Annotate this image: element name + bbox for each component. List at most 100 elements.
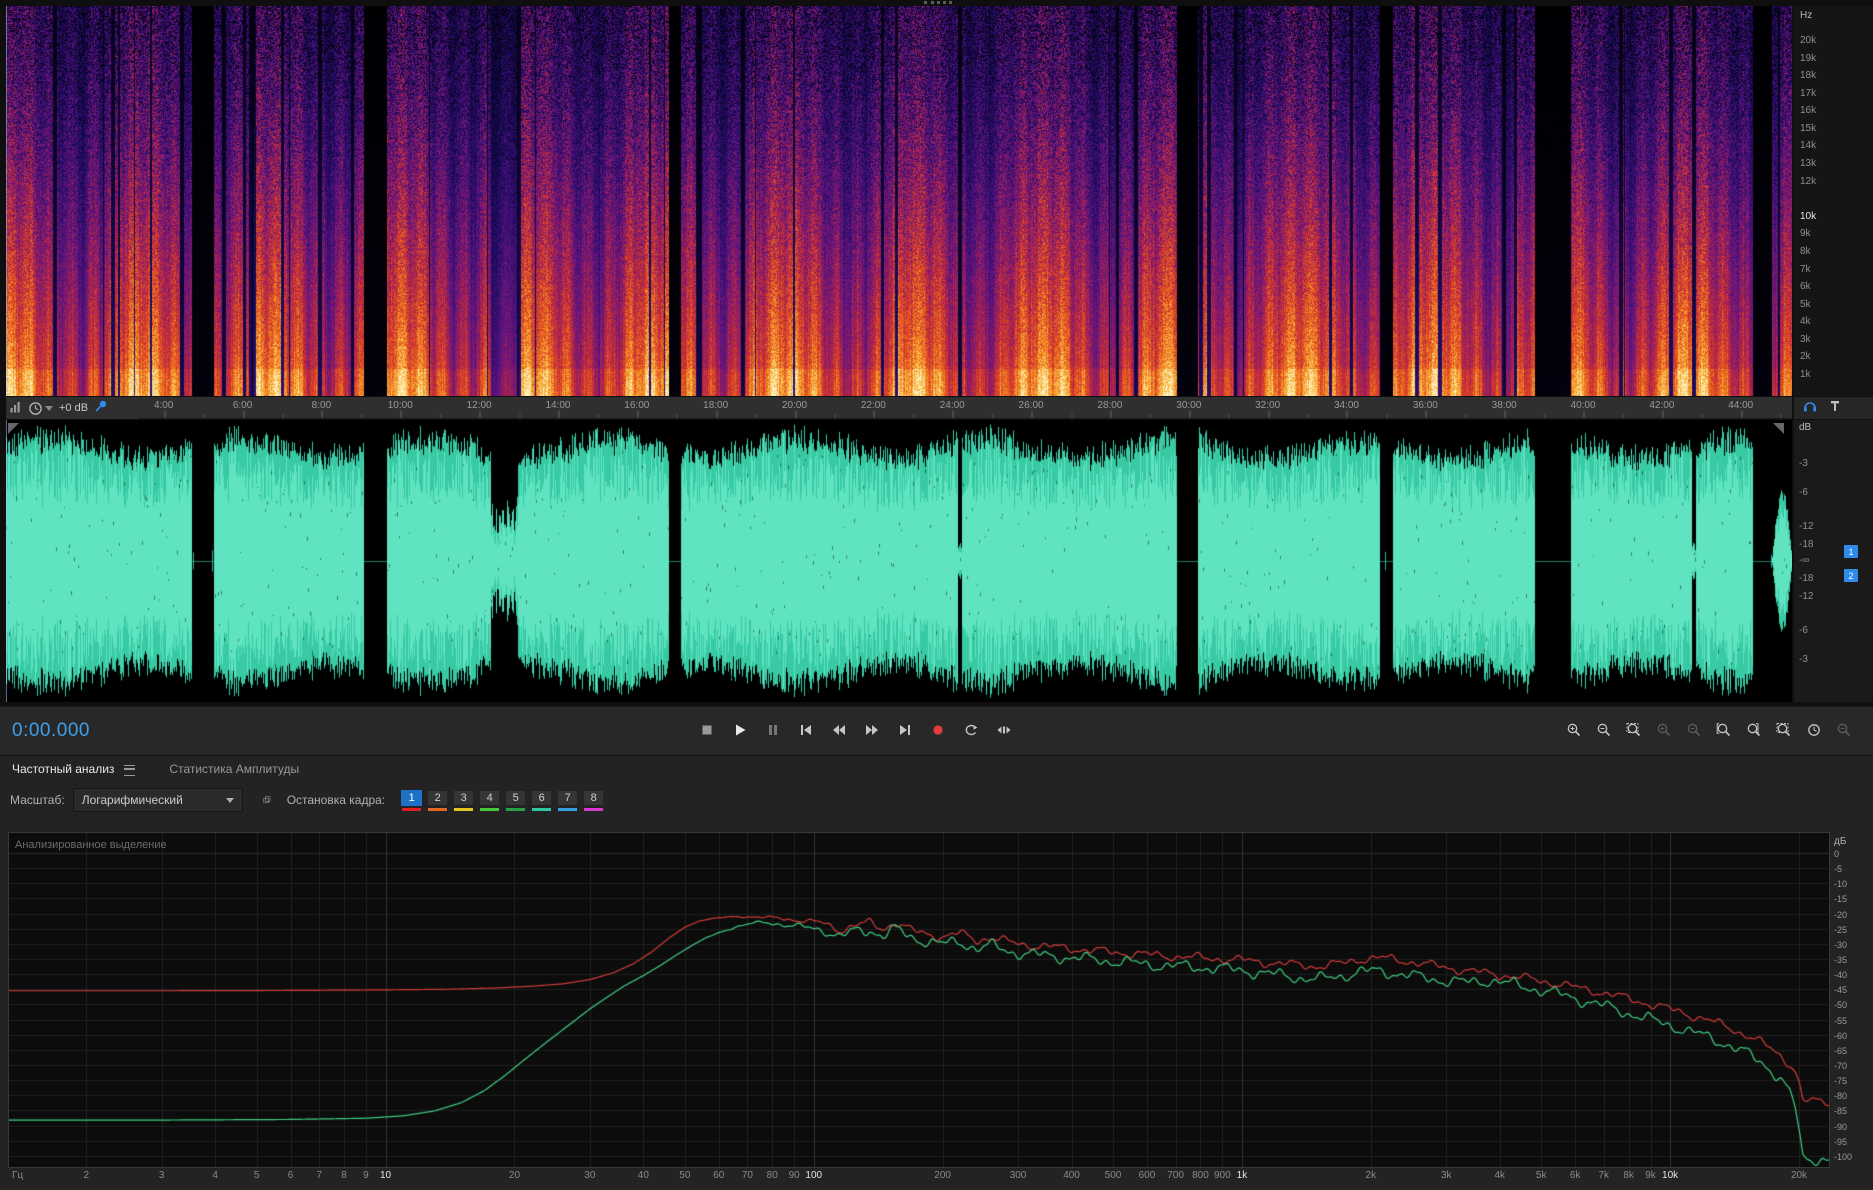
chart-y-tick-label: -75	[1834, 1076, 1848, 1087]
hold-button-label: 7	[557, 789, 579, 806]
db-scale-label: -6	[1799, 486, 1808, 498]
hold-button-7[interactable]: 7	[557, 789, 579, 811]
chart-x-tick-label: 2	[83, 1170, 90, 1181]
chart-x-tick-label: 2k	[1365, 1170, 1377, 1181]
fast-forward-button[interactable]	[859, 718, 885, 742]
headphones-icon[interactable]	[1802, 398, 1818, 418]
zoom-selection-full-button[interactable]	[1772, 719, 1795, 741]
hold-button-label: 3	[453, 789, 475, 806]
ruler-toolbar: +0 dB	[6, 397, 138, 419]
fast-forward-icon	[866, 725, 878, 735]
clock-menu-icon[interactable]	[28, 401, 53, 416]
chart-x-tick-label: 900	[1213, 1170, 1231, 1181]
pause-button[interactable]	[760, 718, 786, 742]
panel-drag-handle[interactable]	[924, 1, 952, 4]
hold-button-4[interactable]: 4	[479, 789, 501, 811]
chart-x-tick-label: 4	[212, 1170, 218, 1181]
waveform-canvas[interactable]	[6, 420, 1792, 702]
chart-y-tick-label: -45	[1834, 985, 1848, 996]
hold-button-3[interactable]: 3	[453, 789, 475, 811]
channel-badge-2[interactable]: 2	[1844, 569, 1858, 582]
db-scale-label: -3	[1799, 458, 1808, 470]
db-scale-label: -12	[1799, 590, 1814, 602]
shuttle-icon	[997, 726, 1011, 734]
zoom-to-selection-button[interactable]	[1622, 719, 1645, 741]
zoom-in-time-button[interactable]	[1562, 719, 1585, 741]
loop-playback-button[interactable]	[958, 718, 984, 742]
time-display[interactable]: 0:00.000	[12, 720, 90, 742]
zoom-out-amplitude-icon	[1687, 723, 1700, 737]
play-button[interactable]	[727, 718, 753, 742]
ruler-right-tools	[1794, 397, 1873, 419]
hold-color-bar	[480, 807, 500, 811]
zoom-selection-full-icon	[1776, 723, 1790, 737]
hold-button-1[interactable]: 1	[401, 789, 423, 811]
chart-x-tick-label: 20k	[1790, 1170, 1808, 1181]
timed-record-button[interactable]	[1802, 719, 1825, 741]
channel-badge-1[interactable]: 1	[1844, 545, 1858, 558]
zoom-in-amplitude-button[interactable]	[1652, 719, 1675, 741]
chart-x-tick-label: 50	[679, 1170, 691, 1181]
zoom-in-amplitude-icon	[1657, 723, 1670, 737]
tab-frequency-analysis[interactable]: Частотный анализ	[10, 762, 116, 776]
skip-selection-button[interactable]	[991, 718, 1017, 742]
hold-color-bar	[532, 807, 552, 811]
scale-label: Масштаб:	[10, 793, 65, 807]
zoom-out-time-button[interactable]	[1592, 719, 1615, 741]
snap-pin-icon[interactable]	[94, 399, 108, 418]
chart-x-tick-label: 8	[341, 1170, 347, 1181]
chart-y-tick-label: -35	[1834, 954, 1848, 965]
timeline-ruler[interactable]: 4:00 6:00 8:00 10:00 12:00 14:00 16:00 18:00 20:…	[6, 397, 1792, 419]
timeline-time-label: 6:00	[232, 400, 253, 411]
timeline-time-label: 20:00	[782, 400, 808, 411]
hold-button-label: 8	[583, 789, 605, 806]
pin-icon[interactable]	[1828, 399, 1842, 418]
chart-y-tick-label: -70	[1834, 1060, 1848, 1071]
hold-button-6[interactable]: 6	[531, 789, 553, 811]
chart-x-tick-label: 70	[741, 1170, 753, 1181]
transport-bar: 0:00.000	[0, 706, 1873, 755]
hold-button-5[interactable]: 5	[505, 789, 527, 811]
snapshot-icon[interactable]	[257, 790, 277, 810]
zoom-out-full-button[interactable]	[1832, 719, 1855, 741]
chart-x-tick-label: 3	[158, 1170, 165, 1181]
chart-y-tick-label: -10	[1834, 879, 1848, 890]
chart-x-tick-label: 40	[637, 1170, 649, 1181]
hold-button-2[interactable]: 2	[427, 789, 449, 811]
chart-x-tick-label: 600	[1138, 1170, 1156, 1181]
skip-to-end-button[interactable]	[892, 718, 918, 742]
panel-menu-icon[interactable]	[124, 764, 136, 776]
timeline-time-label: 28:00	[1097, 400, 1123, 411]
zoom-in-right-edge-button[interactable]	[1742, 719, 1765, 741]
chart-y-tick-label: -50	[1834, 1000, 1848, 1011]
zoom-in-left-edge-button[interactable]	[1712, 719, 1735, 741]
rewind-button[interactable]	[826, 718, 852, 742]
scale-dropdown[interactable]: Логарифмический	[72, 788, 243, 812]
freq-scale-label: 6k	[1800, 281, 1811, 293]
zoom-out-time-icon	[1597, 723, 1610, 737]
hold-button-label: 5	[505, 789, 527, 806]
chart-annotation: Анализированное выделение	[15, 839, 167, 851]
tab-amplitude-statistics[interactable]: Статистика Амплитуды	[167, 762, 301, 776]
corner-expand-left-icon[interactable]	[8, 423, 19, 434]
record-button[interactable]	[925, 718, 951, 742]
audition-app: Hz 20k 19k 18k 17k 16k 15k 14k 13k 12k 10k 9k 8k 7k 6…	[0, 0, 1873, 1190]
timeline-time-label: 26:00	[1018, 400, 1044, 411]
stop-button[interactable]	[694, 718, 720, 742]
corner-expand-right-icon[interactable]	[1773, 423, 1784, 434]
timeline-time-label: 12:00	[466, 400, 492, 411]
zoom-out-amplitude-button[interactable]	[1682, 719, 1705, 741]
hold-color-bar	[428, 807, 448, 811]
levels-icon[interactable]	[10, 399, 22, 418]
skip-to-start-button[interactable]	[793, 718, 819, 742]
freq-scale-label: 19k	[1800, 52, 1817, 64]
hold-button-8[interactable]: 8	[583, 789, 605, 811]
chart-x-tick-label: 4k	[1494, 1170, 1505, 1181]
chart-x-tick-label: 800	[1192, 1170, 1209, 1181]
db-offset-control[interactable]: +0 dB	[59, 402, 88, 414]
scale-dropdown-value: Логарифмический	[81, 793, 183, 807]
spectrogram-canvas[interactable]	[6, 6, 1792, 396]
stop-icon	[702, 725, 712, 735]
chart-y-tick-label: -55	[1834, 1015, 1848, 1026]
chart-x-tick-label: 5	[253, 1170, 260, 1181]
